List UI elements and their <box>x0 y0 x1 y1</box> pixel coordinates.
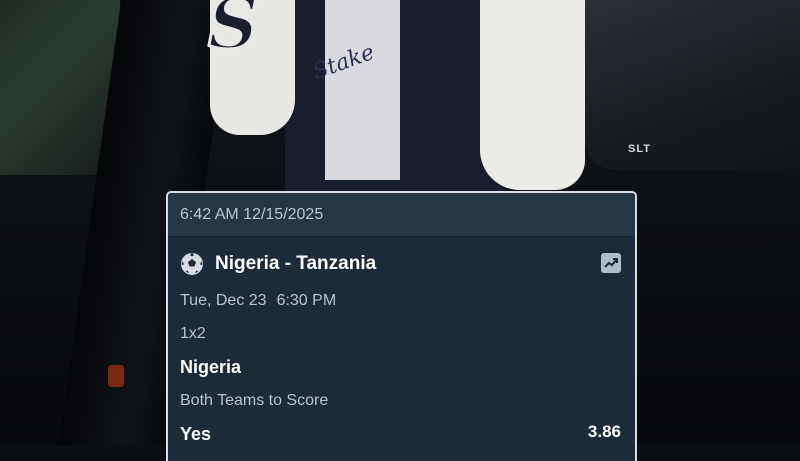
market-label: 1x2 <box>180 325 206 342</box>
market-label: Both Teams to Score <box>180 392 329 409</box>
odds-value: 3.86 <box>587 422 621 441</box>
car-badge: SLT <box>628 143 651 155</box>
soccer-ball-icon <box>181 253 203 275</box>
match-title: Nigeria - Tanzania <box>215 253 377 274</box>
shirt <box>325 0 400 180</box>
car-window-right <box>585 0 800 170</box>
match-row[interactable]: Nigeria - Tanzania <box>180 251 621 277</box>
sleeve-right <box>480 0 585 190</box>
selection-label: Nigeria <box>180 357 242 377</box>
trending-up-icon[interactable] <box>601 253 621 273</box>
event-date: Tue, Dec 23 <box>180 292 267 309</box>
person-in-varsity-jacket <box>210 0 590 195</box>
event-time: 6:30 PM <box>276 292 337 309</box>
bet-timestamp: 6:42 AM 12/15/2025 <box>180 205 324 223</box>
event-datetime: Tue, Dec 23 6:30 PM <box>180 292 336 310</box>
jacket-letter: S <box>207 0 261 67</box>
bet-slip-header: 6:42 AM 12/15/2025 <box>168 193 635 237</box>
taillight <box>108 365 124 387</box>
selection-label: Yes <box>180 424 212 444</box>
bet-slip-card: 6:42 AM 12/15/2025 Nigeria - Tanzania Tu… <box>166 191 637 461</box>
